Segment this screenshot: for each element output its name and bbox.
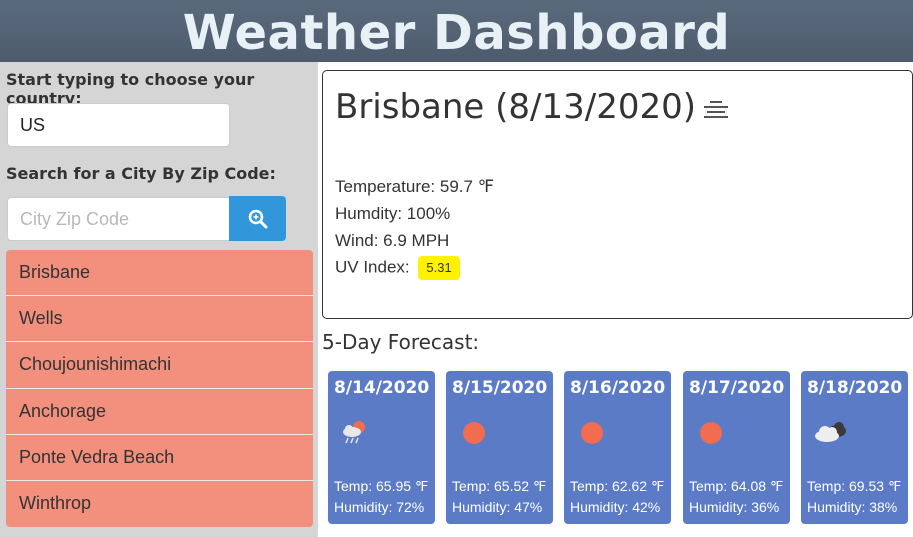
forecast-card: 8/15/2020 Temp: 65.52 ℉ Humidity: 47% [446,371,553,524]
forecast-card: 8/14/2020 Temp: 65.95 ℉ Humidity: 72% [328,371,435,524]
sun-icon [700,422,722,444]
mist-icon [704,101,728,118]
city-item-winthrop[interactable]: Winthrop [6,480,313,528]
page-title: Weather Dashboard [182,5,731,61]
forecast-date: 8/15/2020 [452,378,548,398]
city-item-brisbane[interactable]: Brisbane [6,250,313,297]
uv-badge: 5.31 [418,256,460,280]
city-item-wells[interactable]: Wells [6,296,313,343]
page-header: Weather Dashboard [0,0,913,62]
forecast-temp: Temp: 64.08 ℉ [689,478,784,494]
forecast-humidity: Humidity: 72% [334,499,425,515]
current-temperature: Temperature: 59.7 ℉ [335,177,494,196]
city-item-ponte-vedra-beach[interactable]: Ponte Vedra Beach [6,434,313,481]
search-icon [248,209,267,228]
cloud-icon [815,422,846,442]
forecast-temp: Temp: 65.52 ℉ [452,478,547,494]
city-history-list: Brisbane Wells Choujounishimachi Anchora… [6,250,313,528]
current-weather-card: Brisbane (8/13/2020) Temperature: 59.7 ℉… [322,70,913,319]
uv-label: UV Index: [335,257,410,277]
forecast-humidity: Humidity: 42% [570,499,661,515]
city-item-anchorage[interactable]: Anchorage [6,388,313,435]
rain-sun-icon [343,421,365,444]
forecast-date: 8/18/2020 [807,378,903,398]
forecast-card: 8/18/2020 Temp: 69.53 ℉ Humidity: 38% [801,371,908,524]
zip-label: Search for a City By Zip Code: [6,164,276,183]
zip-input[interactable] [7,197,230,241]
forecast-card: 8/16/2020 Temp: 62.62 ℉ Humidity: 42% [564,371,671,524]
sidebar: Start typing to choose your country: US … [0,62,318,537]
forecast-humidity: Humidity: 47% [452,499,543,515]
city-item-choujounishimachi[interactable]: Choujounishimachi [6,342,313,389]
forecast-date: 8/16/2020 [570,378,666,398]
sun-icon [581,422,603,444]
forecast-temp: Temp: 65.95 ℉ [334,478,429,494]
sun-icon [463,422,485,444]
forecast-title: 5-Day Forecast: [322,330,480,354]
current-wind: Wind: 6.9 MPH [335,231,450,250]
forecast-temp: Temp: 62.62 ℉ [570,478,665,494]
current-city-title: Brisbane (8/13/2020) [335,87,697,127]
forecast-humidity: Humidity: 38% [807,499,898,515]
current-humidity: Humdity: 100% [335,204,451,223]
current-uv: UV Index: 5.31 [335,256,460,280]
forecast-humidity: Humidity: 36% [689,499,780,515]
forecast-date: 8/14/2020 [334,378,430,398]
forecast-temp: Temp: 69.53 ℉ [807,478,902,494]
search-button[interactable] [229,196,286,241]
forecast-date: 8/17/2020 [689,378,785,398]
country-input[interactable]: US [7,103,230,147]
forecast-card: 8/17/2020 Temp: 64.08 ℉ Humidity: 36% [683,371,790,524]
